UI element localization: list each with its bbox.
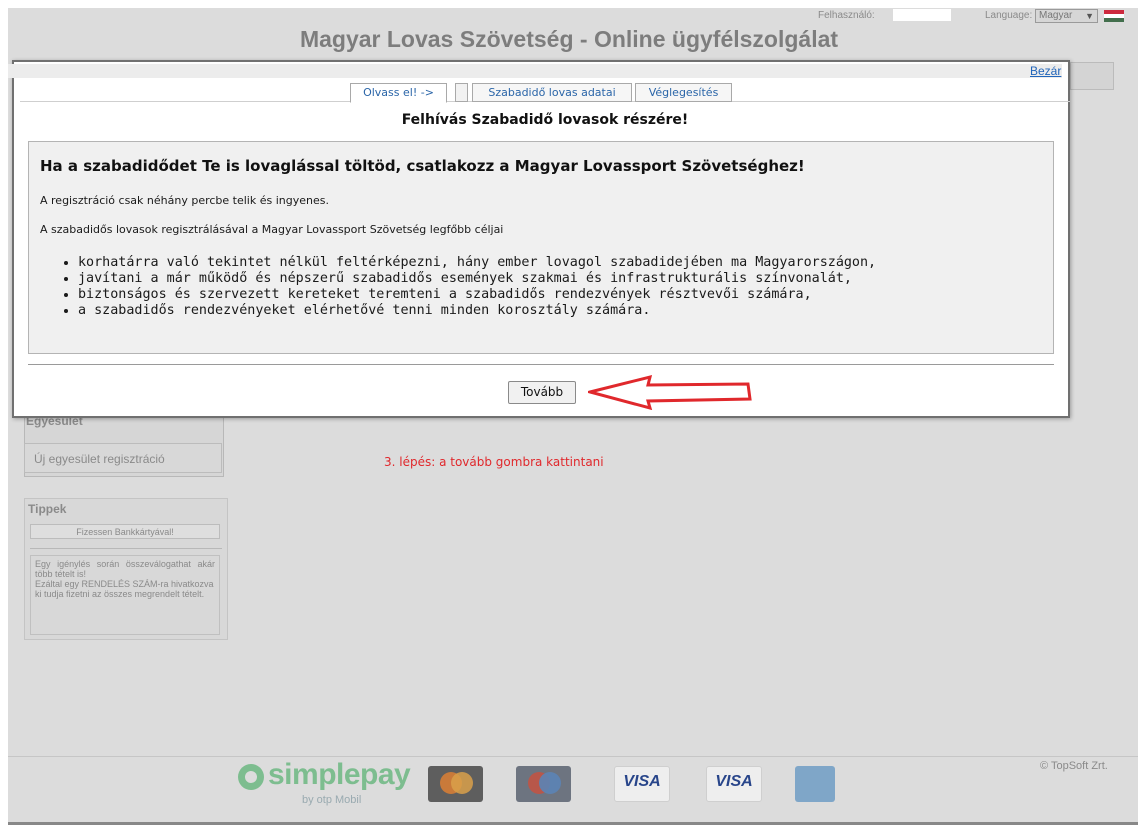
visa-logo: VISA [614, 766, 670, 802]
pay-by-card-button[interactable]: Fizessen Bankkártyával! [30, 524, 220, 539]
tab-leisure-rider-data[interactable]: Szabadidő lovas adatai [472, 83, 632, 102]
content-title: Ha a szabadidődet Te is lovaglással tölt… [40, 157, 805, 175]
language-label: Language: [985, 10, 1033, 21]
list-item: biztonságos és szervezett kereteket tere… [78, 287, 876, 303]
sidebar-item-new-club[interactable]: Új egyesület regisztráció [24, 443, 222, 473]
tab-finalize[interactable]: Véglegesítés [635, 83, 732, 102]
simplepay-byline: by otp Mobil [302, 794, 362, 806]
content-paragraph-2: A szabadidős lovasok regisztrálásával a … [40, 223, 504, 236]
simplepay-icon [238, 764, 264, 790]
goals-list: korhatárra való tekintet nélkül feltérké… [58, 255, 876, 319]
header-side-box [1070, 62, 1114, 90]
tips-title: Tippek [28, 502, 67, 516]
tips-paragraph-2: Ezáltal egy RENDELÉS SZÁM-ra hivatkozva … [35, 579, 214, 599]
modal-separator [28, 364, 1054, 365]
user-name-redacted [893, 9, 951, 21]
page-title: Magyar Lovas Szövetség - Online ügyfélsz… [299, 26, 839, 52]
footer-divider [8, 756, 1138, 757]
amex-logo [795, 766, 835, 802]
list-item: korhatárra való tekintet nélkül feltérké… [78, 255, 876, 271]
divider [30, 548, 222, 549]
list-item: javítani a már működő és népszerű szabad… [78, 271, 876, 287]
simplepay-wordmark: simplepay [268, 758, 411, 791]
modal-heading: Felhívás Szabadidő lovasok részére! [401, 112, 689, 128]
next-button[interactable]: Tovább [508, 381, 576, 404]
red-arrow-annotation [588, 374, 752, 410]
close-link[interactable]: Bezár [1030, 64, 1061, 78]
hungarian-flag-icon[interactable] [1104, 10, 1124, 22]
user-label: Felhasználó: [818, 10, 875, 21]
tips-paragraph-1: Egy igénylés során összeválogathat akár … [35, 559, 215, 579]
annotation-step-3: 3. lépés: a tovább gombra kattintani [384, 455, 604, 469]
tab-spacer [455, 83, 468, 102]
chevron-down-icon: ▼ [1085, 11, 1094, 21]
copyright: © TopSoft Zrt. [1040, 760, 1108, 772]
modal-titlebar [8, 64, 1062, 78]
tab-read-me[interactable]: Olvass el! -> [350, 83, 447, 103]
maestro-logo [516, 766, 571, 802]
list-item: a szabadidős rendezvényeket elérhetővé t… [78, 303, 876, 319]
page-bottom-border [8, 822, 1138, 825]
content-paragraph-1: A regisztráció csak néhány percbe telik … [40, 194, 329, 207]
visa-electron-logo: VISA [706, 766, 762, 802]
tips-text: Egy igénylés során összeválogathat akár … [30, 555, 220, 635]
mastercard-logo [428, 766, 483, 802]
language-value: Magyar [1039, 10, 1073, 21]
language-select[interactable]: Magyar ▼ [1035, 9, 1098, 23]
